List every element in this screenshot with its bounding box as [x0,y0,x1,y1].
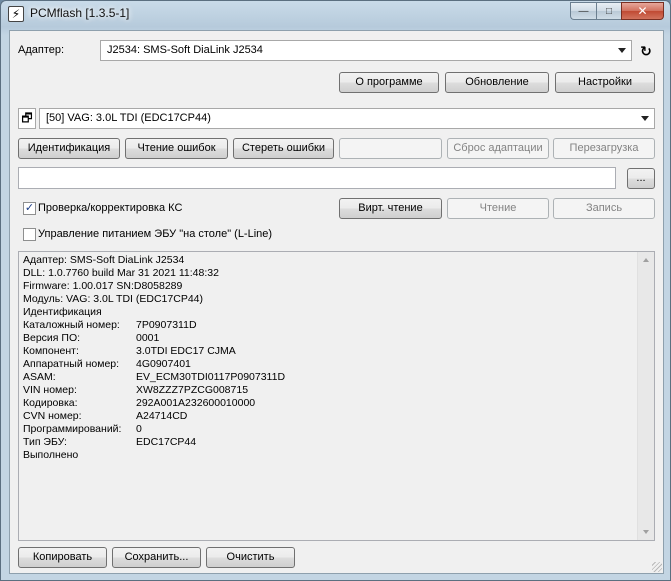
log-pair-line: Тип ЭБУ: EDC17CP44 [23,436,285,449]
adapter-select-value: J2534: SMS-Soft DiaLink J2534 [107,44,263,56]
adapter-label: Адаптер: [18,44,65,56]
log-key: Тип ЭБУ: [23,436,67,448]
write-button[interactable]: Запись [553,198,655,219]
chevron-down-icon [641,116,649,121]
log-value: 0001 [136,332,160,344]
log-pair-line: Компонент: 3.0TDI EDC17 CJMA [23,345,285,358]
log-pair-line: Каталожный номер: 7P0907311D [23,319,285,332]
log-value: 292A001A232600010000 [136,397,256,409]
log-text: Адаптер: SMS-Soft DiaLink J2534 DLL: 1.0.… [23,254,285,462]
log-scrollbar[interactable] [637,252,654,540]
checksum-label: Проверка/корректировка КС [38,202,183,214]
browse-button[interactable]: ... [627,168,655,189]
module-select-value: [50] VAG: 3.0L TDI (EDC17CP44) [46,112,211,124]
log-value: 7P0907311D [136,319,197,331]
log-key: CVN номер: [23,410,82,422]
scroll-down-icon[interactable] [643,530,649,534]
log-line: Адаптер: SMS-Soft DiaLink J2534 [23,254,185,266]
log-key: Версия ПО: [23,332,81,344]
title-bar[interactable]: ⚡ PCMflash [1.3.5-1] — □ ✕ [1,1,670,29]
log-key: Программирований: [23,423,122,435]
settings-button[interactable]: Настройки [555,72,655,93]
refresh-icon[interactable]: ↻ [637,42,655,60]
about-button[interactable]: О программе [339,72,439,93]
reboot-button[interactable]: Перезагрузка [553,138,655,159]
virtual-read-button[interactable]: Вирт. чтение [339,198,442,219]
chevron-down-icon [618,48,626,53]
power-control-checkbox[interactable] [23,228,36,241]
log-key: Компонент: [23,345,79,357]
close-button[interactable]: ✕ [621,2,664,20]
read-button[interactable]: Чтение [447,198,549,219]
reset-adaptation-button[interactable]: Сброс адаптации [447,138,549,159]
clear-button[interactable]: Очистить [206,547,295,568]
resize-grip[interactable] [652,562,662,572]
log-line: Идентификация [23,306,102,318]
checksum-checkbox[interactable]: ✓ [23,202,36,215]
log-key: VIN номер: [23,384,77,396]
log-line: Модуль: VAG: 3.0L TDI (EDC17CP44) [23,293,203,305]
read-errors-button[interactable]: Чтение ошибок [125,138,228,159]
log-status-line: Выполнено [23,449,79,461]
log-value: EV_ECM30TDI0117P0907311D [136,371,286,383]
log-pair-line: Аппаратный номер: 4G0907401 [23,358,285,371]
log-key: Каталожный номер: [23,319,120,331]
log-value: 3.0TDI EDC17 CJMA [136,345,236,357]
update-button[interactable]: Обновление [445,72,549,93]
log-pair-line: Программирований: 0 [23,423,285,436]
copy-button[interactable]: Копировать [18,547,107,568]
log-key: ASAM: [23,371,56,383]
minimize-button[interactable]: — [570,2,596,20]
scroll-up-icon[interactable] [643,258,649,262]
log-output[interactable]: Адаптер: SMS-Soft DiaLink J2534 DLL: 1.0.… [18,251,655,541]
log-key: Аппаратный номер: [23,358,120,370]
log-value: A24714CD [136,410,188,422]
clear-errors-button[interactable]: Стереть ошибки [233,138,334,159]
log-pair-line: VIN номер: XW8ZZZ7PZCG008715 [23,384,285,397]
save-button[interactable]: Сохранить... [112,547,201,568]
log-pair-line: Версия ПО: 0001 [23,332,285,345]
app-icon: ⚡ [8,6,24,22]
file-path-input[interactable] [18,167,616,189]
log-pair-line: ASAM: EV_ECM30TDI0117P0907311D [23,371,285,384]
log-line: DLL: 1.0.7760 build Mar 31 2021 11:48:32 [23,267,219,279]
window-title: PCMflash [1.3.5-1] [30,6,130,20]
blank-button[interactable] [339,138,442,159]
window-controls: — □ ✕ [570,2,664,20]
log-value: 4G0907401 [136,358,191,370]
main-panel: Адаптер: J2534: SMS-Soft DiaLink J2534 ↻… [9,30,664,574]
log-pair-line: Кодировка: 292A001A232600010000 [23,397,285,410]
app-window: ⚡ PCMflash [1.3.5-1] — □ ✕ Адаптер: J253… [0,0,671,581]
log-pair-line: CVN номер: A24714CD [23,410,285,423]
log-key: Кодировка: [23,397,78,409]
log-value: 0 [136,423,142,435]
module-select[interactable]: [50] VAG: 3.0L TDI (EDC17CP44) [39,108,655,129]
log-line: Firmware: 1.00.017 SN:D8058289 [23,280,183,292]
power-control-label: Управление питанием ЭБУ "на столе" (L-Li… [38,228,273,240]
adapter-select[interactable]: J2534: SMS-Soft DiaLink J2534 [100,40,632,61]
maximize-button[interactable]: □ [596,2,621,20]
log-value: EDC17CP44 [136,436,197,448]
module-window-icon[interactable]: 🗗 [18,108,36,129]
log-value: XW8ZZZ7PZCG008715 [136,384,249,396]
identify-button[interactable]: Идентификация [18,138,120,159]
